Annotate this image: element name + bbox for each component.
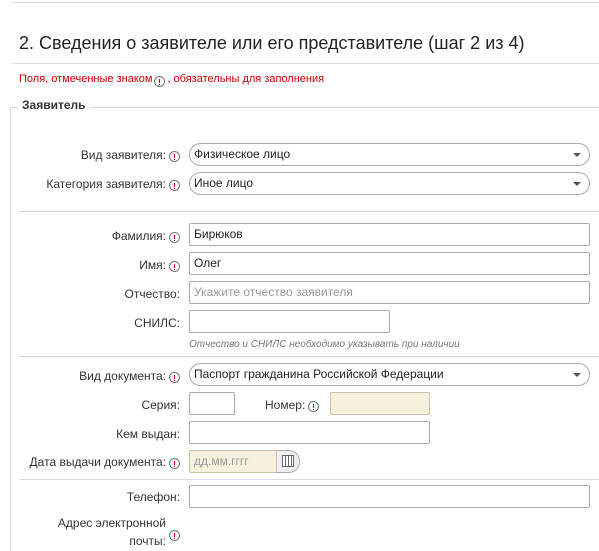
issue-date-label: Дата выдачи документа: xyxy=(29,455,166,469)
required-marker-icon xyxy=(169,180,180,191)
required-marker-icon xyxy=(169,530,180,541)
applicant-category-value: Иное лицо xyxy=(194,176,254,190)
email-label-line1: Адрес электронной xyxy=(57,516,166,530)
required-marker-icon xyxy=(308,401,319,412)
patronymic-snils-hint: Отчество и СНИЛС необходимо указывать пр… xyxy=(189,339,460,350)
patronymic-input[interactable]: Укажите отчество заявителя xyxy=(189,281,590,304)
last-name-label: Фамилия: xyxy=(111,229,166,243)
snils-input[interactable] xyxy=(189,310,390,333)
chevron-down-icon xyxy=(573,373,581,377)
doc-type-select[interactable]: Паспорт гражданина Российской Федерации xyxy=(189,363,590,386)
issue-date-input[interactable]: дд.мм.гггг xyxy=(189,450,277,473)
applicant-category-label: Категория заявителя: xyxy=(46,177,166,191)
doc-type-label: Вид документа: xyxy=(79,369,166,383)
applicant-type-select[interactable]: Физическое лицо xyxy=(189,143,590,166)
required-marker-icon xyxy=(154,75,166,87)
first-name-input[interactable]: Олег xyxy=(189,252,590,275)
section-divider xyxy=(19,356,599,357)
doc-type-value: Паспорт гражданина Российской Федерации xyxy=(194,367,444,381)
first-name-label: Имя: xyxy=(139,258,166,272)
number-input[interactable] xyxy=(330,392,430,415)
required-marker-icon xyxy=(169,372,180,383)
top-divider xyxy=(12,2,599,3)
series-label: Серия: xyxy=(141,398,180,412)
applicant-type-value: Физическое лицо xyxy=(194,147,291,161)
email-label-line2: почты: xyxy=(129,534,166,548)
required-note-text-before: Поля, отмеченные знаком xyxy=(19,73,153,85)
section-divider xyxy=(19,479,599,480)
series-input[interactable] xyxy=(189,392,235,415)
number-label: Номер: xyxy=(265,398,306,412)
required-marker-icon xyxy=(169,151,180,162)
issued-by-input[interactable] xyxy=(189,421,430,444)
page-title: 2. Сведения о заявителе или его представ… xyxy=(19,33,525,53)
patronymic-label: Отчество: xyxy=(124,287,181,301)
snils-label: СНИЛС: xyxy=(134,316,180,330)
email-input[interactable] xyxy=(189,518,327,545)
calendar-button[interactable] xyxy=(277,450,300,473)
required-marker-icon xyxy=(169,458,180,469)
required-note-text-after: , обязательны для заполнения xyxy=(167,73,325,85)
chevron-down-icon xyxy=(573,153,581,157)
required-fields-note: Поля, отмеченные знаком , обязательны дл… xyxy=(19,73,325,87)
phone-input[interactable] xyxy=(189,485,590,508)
last-name-input[interactable]: Бирюков xyxy=(189,223,590,246)
section-divider xyxy=(19,211,599,212)
applicant-legend: Заявитель xyxy=(18,98,90,112)
required-marker-icon xyxy=(169,261,180,272)
chevron-down-icon xyxy=(573,182,581,186)
required-marker-icon xyxy=(169,232,180,243)
title-divider xyxy=(12,63,599,64)
calendar-icon xyxy=(282,455,294,467)
applicant-type-label: Вид заявителя: xyxy=(80,148,166,162)
issued-by-label: Кем выдан: xyxy=(116,427,180,441)
applicant-category-select[interactable]: Иное лицо xyxy=(189,172,590,195)
phone-label: Телефон: xyxy=(126,490,180,504)
